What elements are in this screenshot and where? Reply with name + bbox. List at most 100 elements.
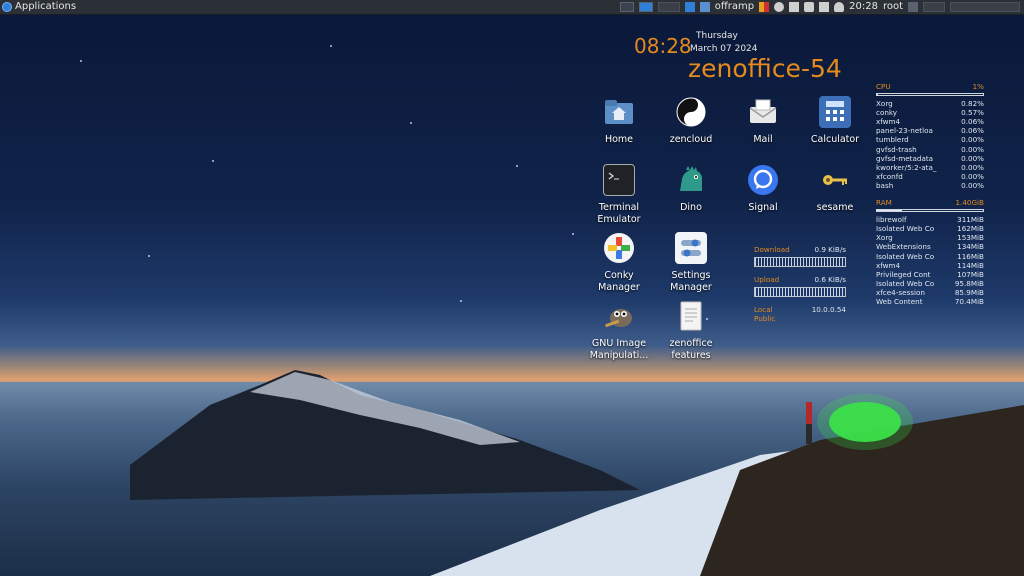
- desktop-icon-dino[interactable]: Dino: [656, 164, 726, 214]
- network-icon[interactable]: [774, 2, 785, 12]
- process-value: 107MiB: [957, 269, 984, 279]
- process-name: kworker/5:2-ata_: [876, 162, 937, 172]
- browser-launcher-icon[interactable]: [638, 2, 653, 12]
- process-row: Isolated Web Co 95.8MiB: [876, 279, 984, 288]
- panel-user[interactable]: root: [883, 0, 903, 14]
- ram-bar-fill: [877, 210, 903, 212]
- process-value: 116MiB: [957, 251, 984, 261]
- desktop-icon-terminal[interactable]: Terminal Emulator: [584, 164, 654, 226]
- process-value: 0.57%: [961, 108, 984, 118]
- notification-bell-icon[interactable]: [834, 2, 845, 12]
- process-row: Privileged Cont 107MiB: [876, 270, 984, 279]
- signal-icon: [747, 164, 779, 196]
- process-name: Isolated Web Co: [876, 278, 935, 288]
- process-name: Privileged Cont: [876, 269, 931, 279]
- process-value: 95.8MiB: [954, 278, 984, 288]
- desktop-icon-zencloud[interactable]: zencloud: [656, 96, 726, 146]
- panel-text-field[interactable]: [950, 2, 1020, 12]
- public-label: Public: [754, 314, 776, 323]
- folder-home-icon: [603, 96, 635, 128]
- dino-icon: [675, 164, 707, 196]
- process-name: gvfsd-metadata: [876, 153, 934, 163]
- window-list[interactable]: [657, 2, 680, 12]
- process-name: conky: [876, 108, 898, 118]
- process-row: conky 0.57%: [876, 108, 984, 117]
- terminal-icon: [603, 164, 635, 196]
- upload-label: Upload: [754, 275, 780, 284]
- process-value: 0.00%: [961, 153, 984, 163]
- process-row: Web Content 70.4MiB: [876, 297, 984, 306]
- document-icon: [675, 300, 707, 332]
- desktop-icon-gimp[interactable]: GNU Image Manipulati...: [584, 300, 654, 362]
- process-name: tumblerd: [876, 135, 909, 145]
- volume-icon[interactable]: [789, 2, 800, 12]
- panel-clock[interactable]: 20:28: [849, 0, 878, 14]
- process-value: 70.4MiB: [954, 296, 984, 306]
- cpu-process-list: Xorg 0.82% conky 0.57% xfwm4 0.06% panel-23-ne…: [876, 99, 984, 190]
- desktop-icon-signal[interactable]: Signal: [728, 164, 798, 214]
- desktop-icon-calculator[interactable]: Calculator: [800, 96, 870, 146]
- yin-yang-icon: [675, 96, 707, 128]
- process-value: 0.06%: [961, 117, 984, 127]
- process-value: 0.82%: [961, 99, 984, 109]
- process-value: 134MiB: [957, 242, 984, 252]
- process-row: tumblerd 0.00%: [876, 135, 984, 144]
- process-value: 311MiB: [957, 215, 984, 225]
- process-value: 0.00%: [961, 135, 984, 145]
- desktop-icon-label: sesame: [816, 202, 854, 213]
- desktop-icon-mail[interactable]: Mail: [728, 96, 798, 146]
- applications-menu[interactable]: Applications: [2, 0, 76, 14]
- desktop-icon-conky-manager[interactable]: Conky Manager: [584, 232, 654, 294]
- process-name: xfwm4: [876, 260, 901, 270]
- process-name: xfwm4: [876, 117, 901, 127]
- process-row: librewolf 311MiB: [876, 215, 984, 224]
- download-value: 0.9 KiB/s: [814, 245, 846, 254]
- process-row: gvfsd-metadata 0.00%: [876, 154, 984, 163]
- user-menu-icon[interactable]: [908, 2, 918, 12]
- process-name: Xorg: [876, 99, 893, 109]
- desktop-icon-home[interactable]: Home: [584, 96, 654, 146]
- process-row: Xorg 0.82%: [876, 99, 984, 108]
- process-name: gvfsd-trash: [876, 144, 917, 154]
- process-value: 0.00%: [961, 144, 984, 154]
- process-row: xfce4-session 85.9MiB: [876, 288, 984, 297]
- applications-menu-label: Applications: [15, 1, 77, 12]
- battery-icon[interactable]: [819, 2, 830, 12]
- process-value: 153MiB: [957, 233, 984, 243]
- conky-icon: [603, 232, 635, 264]
- upload-value: 0.6 KiB/s: [814, 275, 846, 284]
- local-label: Local: [754, 305, 773, 314]
- offramp-icon[interactable]: [699, 2, 710, 12]
- offramp-label[interactable]: offramp: [715, 0, 754, 14]
- display-icon[interactable]: [684, 2, 695, 12]
- desktop-icon-label: Settings Manager: [670, 270, 712, 293]
- desktop-icon-label: zencloud: [669, 134, 713, 145]
- indicator-icon[interactable]: [759, 2, 770, 12]
- process-value: 114MiB: [957, 260, 984, 270]
- clipboard-icon[interactable]: [804, 2, 815, 12]
- conky-date: March 07 2024: [690, 44, 758, 54]
- process-value: 85.9MiB: [954, 287, 984, 297]
- landscape-illustration: [130, 370, 1024, 576]
- process-row: Xorg 153MiB: [876, 233, 984, 242]
- process-row: xfwm4 114MiB: [876, 261, 984, 270]
- conky-hostname: zenoffice-54: [688, 54, 842, 83]
- desktop-icon-sesame[interactable]: sesame: [800, 164, 870, 214]
- download-graph: [754, 257, 846, 267]
- desktop-icon-settings-manager[interactable]: Settings Manager: [656, 232, 726, 294]
- desktop-icon-zenoffice-features[interactable]: zenoffice features: [656, 300, 726, 362]
- process-name: Isolated Web Co: [876, 224, 935, 234]
- process-name: panel-23-netloa: [876, 126, 933, 136]
- desktop-icon-label: Calculator: [810, 134, 860, 145]
- download-label: Download: [754, 245, 790, 254]
- cpu-label: CPU: [876, 82, 891, 91]
- process-row: WebExtensions 134MiB: [876, 242, 984, 251]
- cpu-bar: [876, 93, 984, 97]
- panel-search-field[interactable]: [923, 2, 945, 12]
- process-name: Xorg: [876, 233, 893, 243]
- ram-label: RAM: [876, 198, 892, 208]
- ram-process-list: librewolf 311MiB Isolated Web Co 162MiB Xorg…: [876, 215, 984, 306]
- top-panel: Applications offramp 20:28 root: [0, 0, 1024, 15]
- process-name: bash: [876, 180, 894, 190]
- workspace-switcher[interactable]: [619, 2, 634, 12]
